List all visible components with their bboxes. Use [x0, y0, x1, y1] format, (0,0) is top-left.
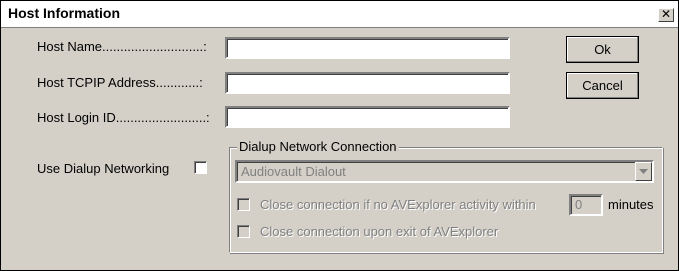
close-inactivity-checkbox[interactable]	[237, 198, 250, 211]
dialup-group-title: Dialup Network Connection	[237, 139, 399, 154]
dialup-connection-select[interactable]: Audiovault Dialout	[235, 160, 654, 183]
host-tcpip-label: Host TCPIP Address............:	[37, 75, 203, 90]
close-on-exit-checkbox[interactable]	[237, 225, 250, 238]
host-name-label: Host Name............................:	[37, 39, 207, 54]
use-dialup-label: Use Dialup Networking	[37, 161, 170, 176]
host-information-dialog: Host Information ✕ Host Name............…	[0, 0, 679, 271]
dialup-connection-value: Audiovault Dialout	[241, 164, 346, 179]
cancel-button[interactable]: Cancel	[566, 72, 639, 99]
use-dialup-checkbox[interactable]	[194, 161, 207, 174]
close-on-exit-label: Close connection upon exit of AVExplorer	[260, 224, 499, 239]
host-login-label: Host Login ID.........................:	[37, 110, 210, 125]
close-icon: ✕	[660, 7, 672, 21]
title-bar: Host Information ✕	[1, 1, 678, 28]
host-login-input[interactable]	[225, 106, 510, 128]
dialog-title: Host Information	[8, 5, 120, 21]
close-inactivity-label: Close connection if no AVExplorer activi…	[260, 197, 536, 212]
host-name-input[interactable]	[225, 37, 510, 59]
chevron-down-icon	[639, 169, 648, 174]
host-tcpip-input[interactable]	[225, 72, 510, 94]
close-button[interactable]: ✕	[658, 8, 674, 22]
ok-button[interactable]: Ok	[566, 36, 639, 63]
dropdown-button[interactable]	[635, 162, 652, 181]
minutes-label: minutes	[608, 197, 654, 212]
inactivity-minutes-input[interactable]: 0	[569, 194, 603, 216]
